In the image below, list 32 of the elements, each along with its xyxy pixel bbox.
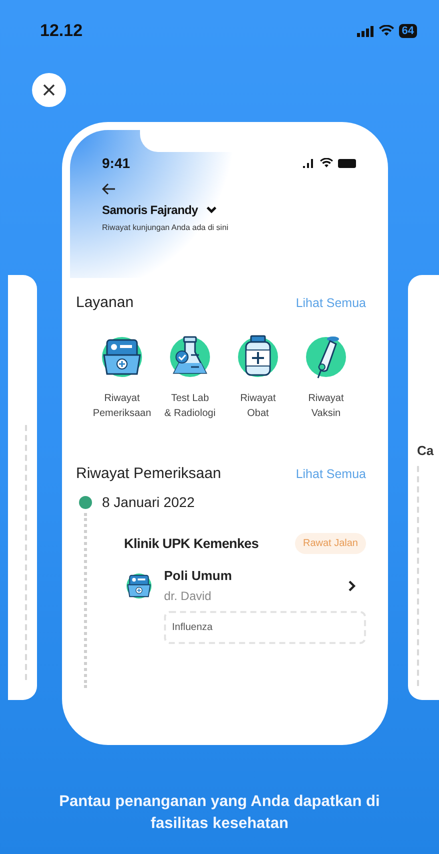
header-subtitle: Riwayat kunjungan Anda ada di sini [102, 223, 230, 232]
signal-icon [303, 158, 315, 168]
close-button[interactable] [32, 73, 66, 107]
service-label[interactable]: Test Lab & Radiologi [164, 391, 216, 421]
diagnosis-note: Influenza [164, 611, 366, 644]
visit-row[interactable]: Poli Umum dr. David [124, 568, 356, 603]
timeline-dot [78, 496, 92, 509]
service-label[interactable]: Riwayat Pemeriksaan [92, 391, 152, 421]
card-heading: Ca [417, 443, 434, 458]
status-time: 12.12 [40, 21, 83, 41]
section-title: Riwayat Pemeriksaan [76, 465, 222, 482]
caption-text: Pantau penanganan yang Anda dapatkan di fasilitas kesehatan [58, 792, 381, 834]
service-label[interactable]: Riwayat Obat [240, 391, 276, 421]
visit-type-tag: Rawat Jalan [294, 533, 366, 554]
back-arrow-icon[interactable] [102, 183, 116, 195]
wifi-icon [320, 158, 333, 168]
clinic-name: Klinik UPK Kemenkes [124, 536, 259, 551]
phone-time: 9:41 [102, 155, 130, 171]
folder-icon [124, 570, 154, 600]
visit-name: Poli Umum [164, 568, 233, 583]
chevron-right-icon [348, 580, 356, 592]
battery-icon [338, 158, 356, 168]
signal-icon [356, 26, 374, 36]
battery-level: 64 [398, 24, 417, 38]
user-name: Samoris Fajrandy [102, 203, 198, 217]
close-icon [43, 84, 55, 96]
section-title: Layanan [76, 294, 134, 311]
doctor-name: dr. David [164, 589, 212, 603]
wifi-icon [378, 25, 394, 37]
visit-date: 8 Januari 2022 [102, 496, 196, 509]
chevron-down-icon[interactable] [206, 206, 217, 214]
service-label[interactable]: Riwayat Vaksin [308, 391, 344, 421]
